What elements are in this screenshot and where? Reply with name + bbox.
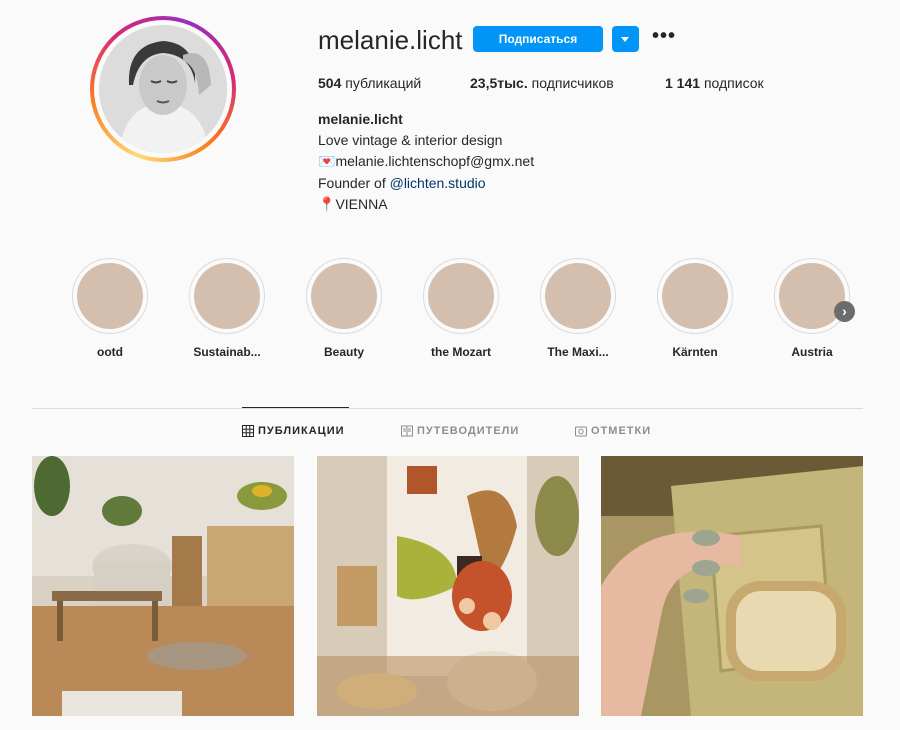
post-thumbnail[interactable]: [601, 456, 863, 716]
grid-icon: [242, 425, 254, 437]
highlight-item[interactable]: Sustainab...: [189, 258, 265, 359]
bio-line-description: Love vintage & interior design: [318, 132, 503, 148]
highlight-label: The Maxi...: [547, 345, 609, 359]
highlight-ring: [189, 258, 265, 334]
guide-icon: [401, 425, 413, 437]
highlight-label: Kärnten: [672, 345, 718, 359]
tab-posts[interactable]: ПУБЛИКАЦИИ: [242, 425, 345, 437]
pin-icon: 📍: [318, 196, 336, 212]
founder-prefix: Founder of: [318, 175, 390, 191]
highlight-item[interactable]: Beauty: [306, 258, 382, 359]
tab-label: ОТМЕТКИ: [591, 425, 652, 437]
following-count: 1 141: [665, 75, 701, 91]
highlight-ring: [423, 258, 499, 334]
followers-label: подписчиков: [531, 75, 614, 91]
more-options-button[interactable]: •••: [652, 26, 675, 48]
tagged-icon: [575, 426, 587, 437]
highlight-cover: [662, 263, 728, 329]
bio-email: melanie.lichtenschopf@gmx.net: [335, 153, 535, 169]
highlight-item[interactable]: Austria: [774, 258, 850, 359]
highlight-cover: [428, 263, 494, 329]
bio-line-location: 📍VIENNA: [318, 196, 388, 213]
highlight-cover: [77, 263, 143, 329]
love-letter-icon: 💌: [318, 153, 336, 169]
highlight-ring: [774, 258, 850, 334]
follow-button[interactable]: Подписаться: [473, 26, 603, 52]
posts-stat: 504 публикаций: [318, 75, 421, 91]
highlight-item[interactable]: the Mozart: [423, 258, 499, 359]
tabs-divider: [32, 408, 863, 409]
tab-label: ПУТЕВОДИТЕЛИ: [417, 425, 520, 437]
tab-guides[interactable]: ПУТЕВОДИТЕЛИ: [401, 425, 519, 437]
highlight-ring: [540, 258, 616, 334]
founder-link[interactable]: @lichten.studio: [390, 175, 486, 191]
posts-label: публикаций: [345, 75, 422, 91]
post-image: [317, 456, 579, 716]
highlight-item[interactable]: Kärnten: [657, 258, 733, 359]
posts-count: 504: [318, 75, 342, 91]
highlight-label: the Mozart: [431, 345, 491, 359]
bio-line-email: 💌melanie.lichtenschopf@gmx.net: [318, 153, 534, 170]
highlight-cover: [311, 263, 377, 329]
highlight-item[interactable]: The Maxi...: [540, 258, 616, 359]
following-stat[interactable]: 1 141 подписок: [665, 75, 764, 91]
suggestions-dropdown-button[interactable]: [612, 26, 639, 52]
highlights-next-button[interactable]: ›: [834, 301, 855, 322]
highlight-item[interactable]: ootd: [72, 258, 148, 359]
followers-stat[interactable]: 23,5тыс. подписчиков: [470, 75, 614, 91]
avatar-photo: [99, 25, 227, 153]
highlight-ring: [72, 258, 148, 334]
chevron-right-icon: ›: [842, 303, 847, 319]
post-image: [32, 456, 294, 716]
following-label: подписок: [703, 75, 764, 91]
highlight-label: Austria: [791, 345, 833, 359]
more-icon: •••: [652, 25, 677, 47]
highlight-label: Beauty: [323, 345, 364, 359]
post-image: [601, 456, 863, 716]
tab-tagged[interactable]: ОТМЕТКИ: [575, 425, 651, 437]
followers-count: 23,5тыс.: [470, 75, 528, 91]
highlight-label: Sustainab...: [193, 345, 261, 359]
bio-line-founder: Founder of @lichten.studio: [318, 175, 486, 191]
profile-username: melanie.licht: [318, 25, 463, 55]
active-tab-indicator: [242, 407, 349, 408]
highlight-ring: [657, 258, 733, 334]
profile-avatar[interactable]: [90, 16, 236, 162]
highlight-cover: [545, 263, 611, 329]
post-thumbnail[interactable]: [317, 456, 579, 716]
bio-location: VIENNA: [335, 196, 388, 212]
highlight-label: ootd: [97, 345, 123, 359]
tab-label: ПУБЛИКАЦИИ: [258, 425, 345, 437]
highlight-cover: [779, 263, 845, 329]
post-thumbnail[interactable]: [32, 456, 294, 716]
highlight-cover: [194, 263, 260, 329]
bio-name: melanie.licht: [318, 111, 403, 127]
highlight-ring: [306, 258, 382, 334]
chevron-down-icon: [621, 37, 629, 42]
